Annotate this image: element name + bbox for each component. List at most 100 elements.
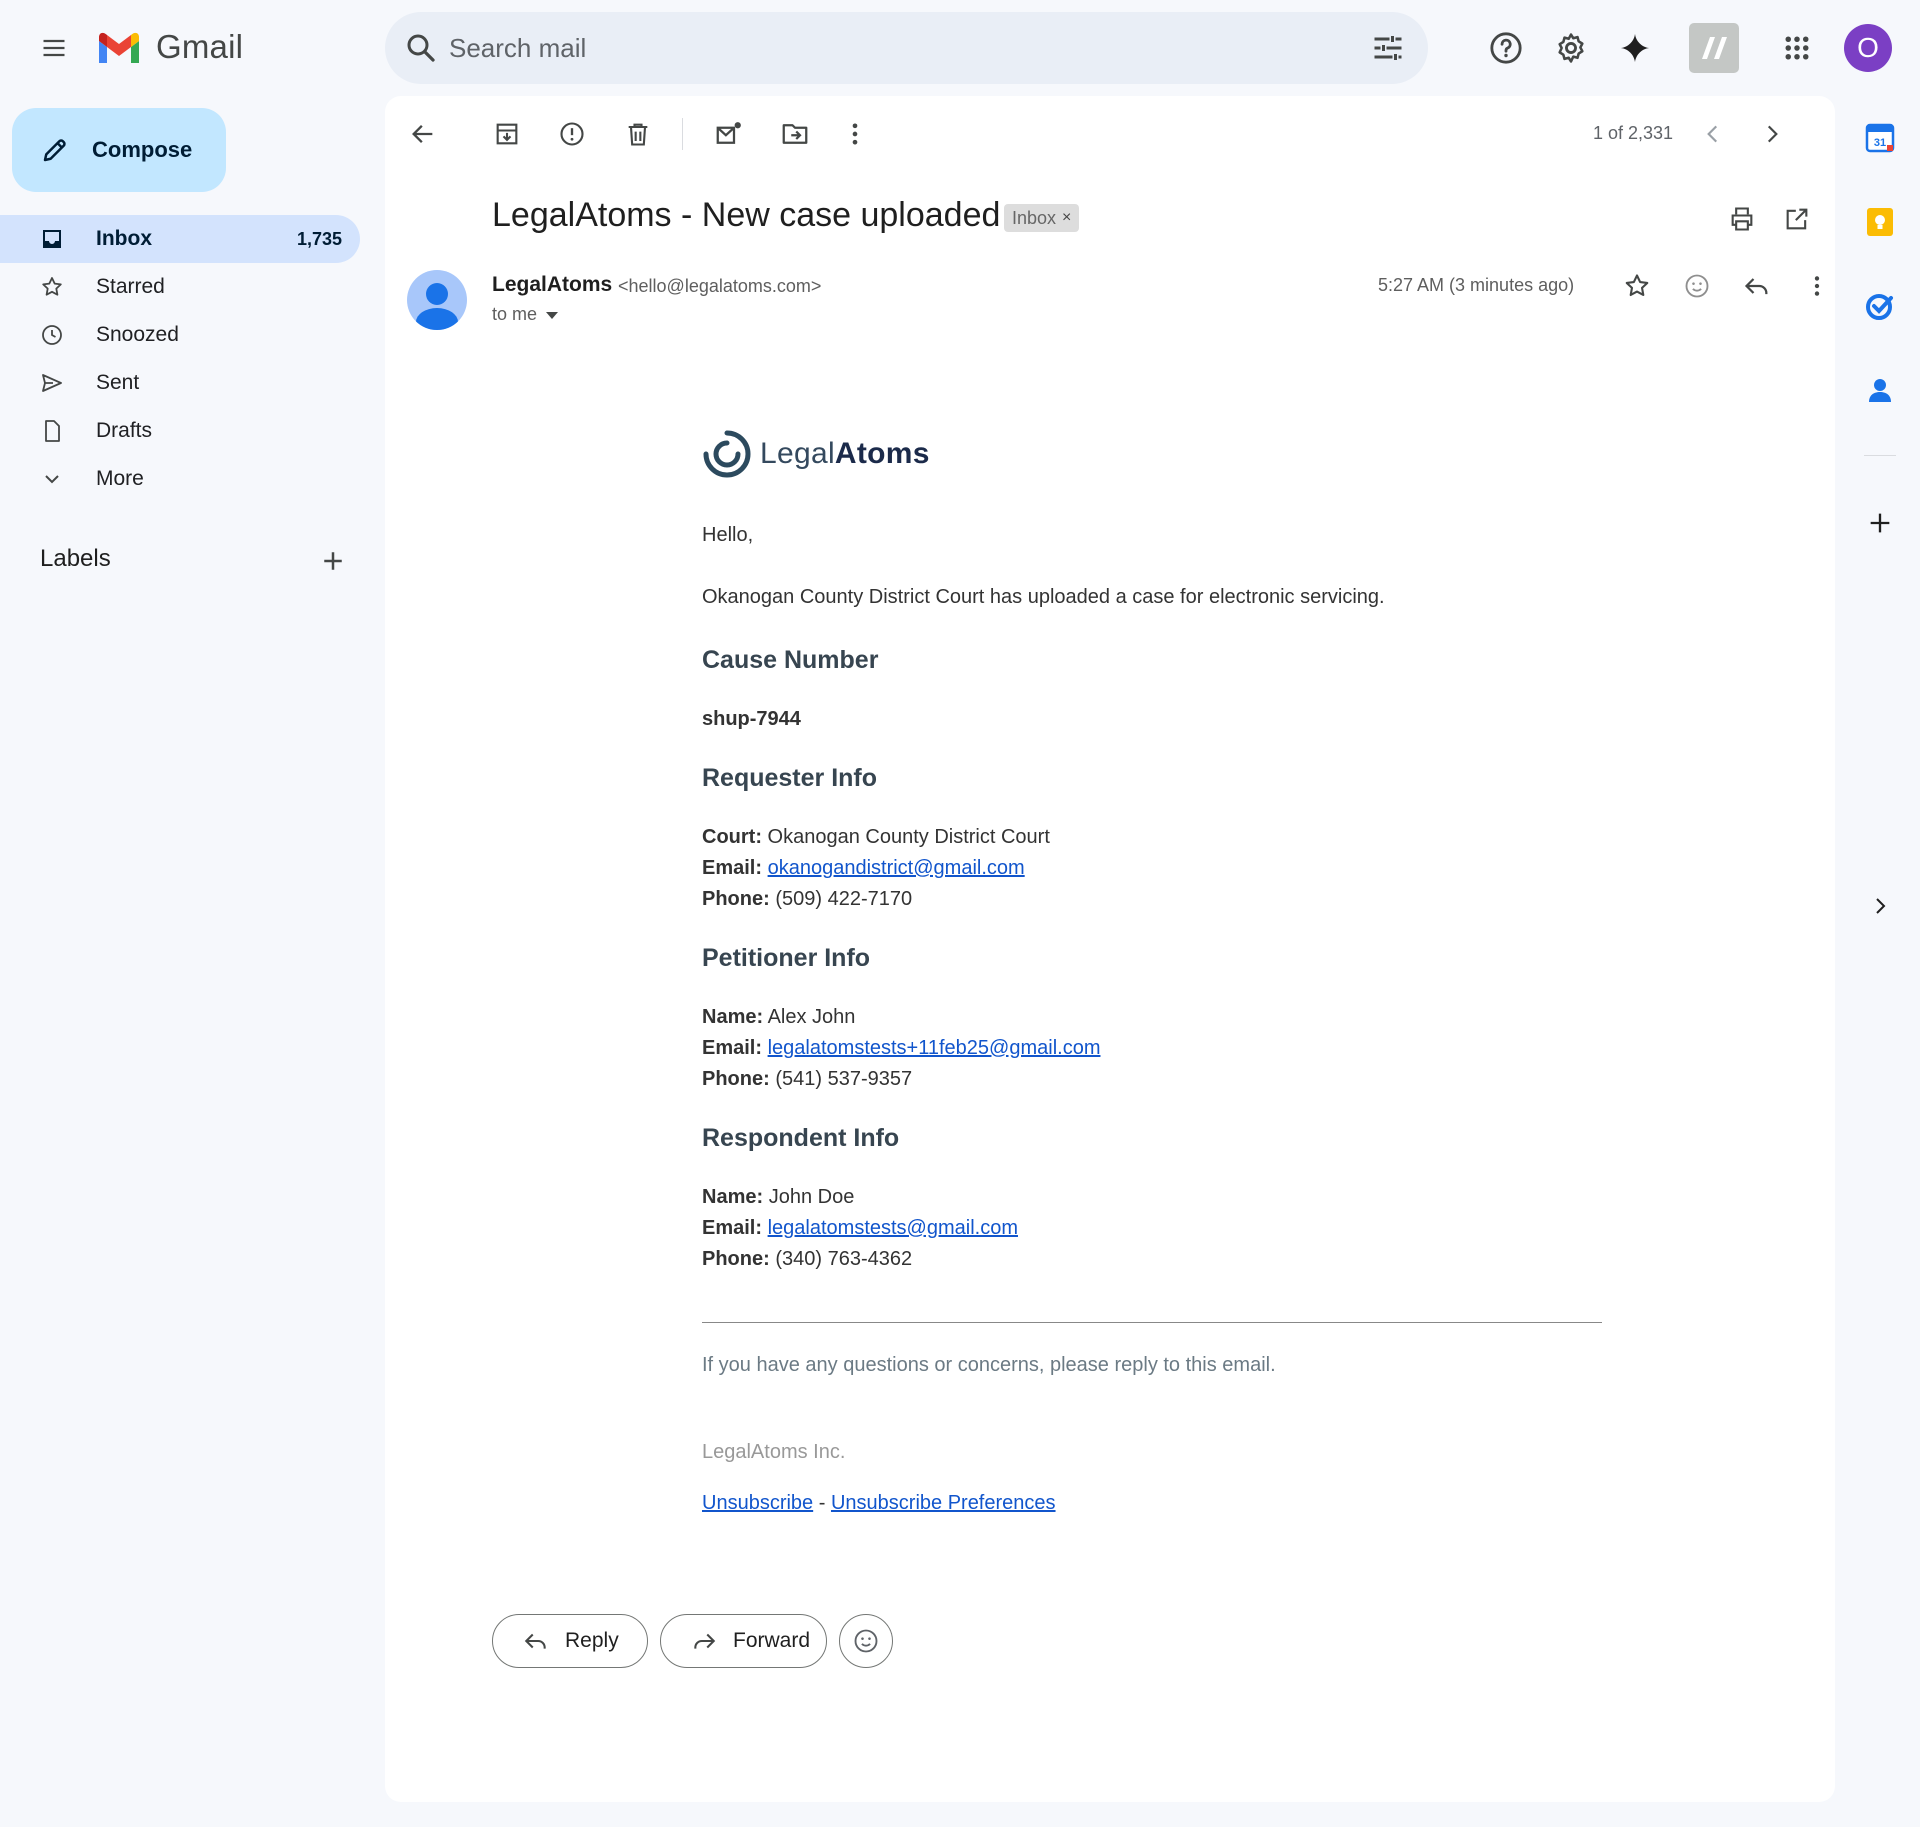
pagination-count: 1 of 2,331: [1593, 123, 1674, 143]
field-label: Phone:: [702, 1068, 770, 1090]
toolbar-divider: [682, 118, 683, 150]
sender-name[interactable]: LegalAtoms: [492, 273, 612, 297]
field-label: Email:: [702, 1217, 763, 1239]
reply-label: Reply: [565, 1629, 619, 1652]
email-timestamp: 5:27 AM (3 minutes ago): [1378, 275, 1575, 295]
more-vertical-icon[interactable]: [835, 114, 875, 154]
respondent-heading: Respondent Info: [702, 1124, 900, 1152]
sidebar-item-label: More: [96, 467, 144, 490]
respondent-phone-row: Phone: (340) 763-4362: [702, 1248, 912, 1271]
expand-side-panel-chevron-right-icon[interactable]: [1862, 888, 1898, 924]
field-label: Phone:: [702, 1248, 770, 1270]
reply-button[interactable]: Reply: [492, 1614, 648, 1668]
intro-text: Okanogan County District Court has uploa…: [702, 586, 1385, 608]
reply-icon: [524, 1633, 546, 1649]
gmail-m-icon: [99, 32, 139, 63]
search-options-icon[interactable]: [1370, 30, 1406, 66]
keep-icon[interactable]: [1862, 204, 1898, 240]
apps-grid-icon[interactable]: [1773, 24, 1821, 72]
back-arrow-icon[interactable]: [403, 114, 443, 154]
message-more-vertical-icon[interactable]: [1797, 266, 1837, 306]
sidebar-item-sent[interactable]: Sent: [0, 359, 360, 407]
sidebar-item-inbox[interactable]: Inbox 1,735: [0, 215, 360, 263]
compose-button[interactable]: Compose: [12, 108, 226, 192]
search-icon[interactable]: [403, 30, 439, 66]
remove-label-close-icon[interactable]: ×: [1062, 209, 1071, 227]
app-name: Gmail: [156, 28, 244, 65]
petitioner-heading: Petitioner Info: [702, 944, 871, 972]
forward-label: Forward: [733, 1629, 811, 1652]
send-icon: [42, 374, 62, 392]
main-menu-button[interactable]: [30, 24, 78, 72]
petitioner-email-row: Email: legalatomstests+11feb25@gmail.com: [702, 1037, 1100, 1060]
mark-unread-icon[interactable]: [709, 114, 749, 154]
search-bar: [385, 12, 1428, 84]
gemini-sparkle-icon[interactable]: [1611, 24, 1659, 72]
emoji-icon: [854, 1629, 878, 1653]
unsubscribe-link[interactable]: Unsubscribe: [702, 1492, 813, 1514]
sidebar-nav: Inbox 1,735 Starred Snoozed Sent Drafts …: [0, 215, 360, 503]
unsubscribe-preferences-link[interactable]: Unsubscribe Preferences: [831, 1492, 1056, 1514]
chip-label: Inbox: [1012, 207, 1057, 228]
unread-count: 1,735: [296, 228, 342, 249]
sidebar-item-more[interactable]: More: [0, 455, 360, 503]
sidebar-item-drafts[interactable]: Drafts: [0, 407, 360, 455]
requester-email-row: Email: okanogandistrict@gmail.com: [702, 857, 1025, 880]
star-icon[interactable]: [1617, 266, 1657, 306]
email-body: LegalAtoms Hello, Okanogan County Distri…: [702, 426, 1602, 1514]
emoji-reaction-button[interactable]: [839, 1614, 893, 1668]
sidebar-item-label: Sent: [96, 371, 140, 394]
inbox-label-chip[interactable]: Inbox ×: [1004, 204, 1080, 232]
link-separator: -: [818, 1492, 826, 1514]
sidebar-item-starred[interactable]: Starred: [0, 263, 360, 311]
rail-divider: [1864, 455, 1896, 456]
older-chevron-right-icon[interactable]: [1752, 114, 1792, 154]
help-icon[interactable]: [1482, 24, 1530, 72]
petitioner-email-link[interactable]: legalatomstests+11feb25@gmail.com: [768, 1037, 1101, 1059]
sidebar-item-label: Drafts: [96, 419, 153, 442]
settings-gear-icon[interactable]: [1547, 24, 1595, 72]
message-pane: 1 of 2,331 LegalAtoms - New case uploade…: [385, 96, 1835, 1802]
print-icon[interactable]: [1722, 199, 1762, 239]
greeting: Hello,: [702, 524, 754, 546]
extension-icon[interactable]: [1689, 23, 1739, 73]
sender-avatar[interactable]: [407, 270, 467, 330]
gmail-logo[interactable]: Gmail: [96, 28, 243, 66]
trash-icon[interactable]: [618, 114, 658, 154]
move-to-folder-icon[interactable]: [775, 114, 815, 154]
top-bar: Gmail O: [0, 0, 1920, 96]
petitioner-name: Alex John: [767, 1006, 856, 1028]
calendar-icon[interactable]: 31: [1862, 120, 1898, 156]
forward-button[interactable]: Forward: [660, 1614, 827, 1668]
recipients-toggle[interactable]: to me: [492, 304, 559, 325]
brand-name-light: Legal: [760, 437, 835, 470]
sidebar-item-snoozed[interactable]: Snoozed: [0, 311, 360, 359]
field-label: Email:: [702, 1037, 763, 1059]
star-icon: [42, 277, 62, 296]
compose-label: Compose: [92, 137, 193, 162]
petitioner-phone-row: Phone: (541) 537-9357: [702, 1068, 912, 1091]
requester-phone: (509) 422-7170: [775, 888, 913, 910]
respondent-email-link[interactable]: legalatomstests@gmail.com: [768, 1217, 1018, 1239]
respondent-phone: (340) 763-4362: [775, 1248, 913, 1270]
get-addons-plus-icon[interactable]: [1862, 505, 1898, 541]
add-reaction-emoji-icon[interactable]: [1677, 266, 1717, 306]
cause-number: shup-7944: [702, 708, 801, 730]
contacts-icon[interactable]: [1862, 372, 1898, 408]
create-label-plus-icon[interactable]: [318, 546, 348, 576]
pencil-icon: [43, 139, 66, 162]
requester-email-link[interactable]: okanogandistrict@gmail.com: [768, 857, 1025, 879]
clock-icon: [42, 325, 62, 345]
respondent-name-row: Name: John Doe: [702, 1186, 854, 1209]
open-in-new-window-icon[interactable]: [1777, 199, 1817, 239]
report-spam-icon[interactable]: [552, 114, 592, 154]
search-input[interactable]: [449, 26, 1329, 70]
newer-chevron-left-icon[interactable]: [1693, 114, 1733, 154]
reply-icon[interactable]: [1737, 266, 1777, 306]
forward-icon: [694, 1633, 716, 1649]
field-label: Phone:: [702, 888, 770, 910]
tasks-icon[interactable]: [1862, 288, 1898, 324]
archive-icon[interactable]: [487, 114, 527, 154]
account-avatar[interactable]: O: [1844, 24, 1892, 72]
petitioner-name-row: Name: Alex John: [702, 1006, 855, 1029]
